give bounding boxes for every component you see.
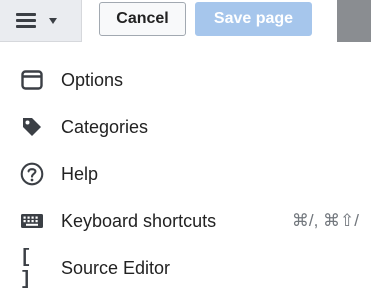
keyboard-shortcut-hint: ⌘/, ⌘⇧/ bbox=[291, 211, 359, 230]
menu-item-label: Source Editor bbox=[61, 258, 171, 278]
save-page-button[interactable]: Save page bbox=[195, 2, 312, 36]
menu-item-help[interactable]: Help bbox=[0, 150, 371, 197]
brackets-icon: [ ] bbox=[20, 246, 34, 290]
hamburger-icon bbox=[16, 13, 36, 28]
menu-item-categories[interactable]: Categories bbox=[0, 103, 371, 150]
menu-item-label: Options bbox=[61, 70, 124, 90]
menu-item-label: Help bbox=[61, 164, 99, 184]
cancel-button[interactable]: Cancel bbox=[99, 2, 186, 36]
caret-down-icon bbox=[49, 17, 57, 24]
keyboard-icon bbox=[20, 209, 44, 233]
help-icon bbox=[20, 162, 44, 186]
menu-item-source-editor[interactable]: [ ] Source Editor bbox=[0, 244, 371, 291]
menu-item-options[interactable]: Options bbox=[0, 56, 371, 103]
menu-item-label: Keyboard shortcuts bbox=[61, 211, 217, 231]
tag-icon bbox=[20, 115, 44, 139]
menu-item-keyboard-shortcuts[interactable]: Keyboard shortcuts ⌘/, ⌘⇧/ bbox=[0, 197, 371, 244]
editor-toolbar: Cancel Save page bbox=[0, 0, 371, 42]
menu-toggle-button[interactable] bbox=[0, 0, 82, 42]
window-icon bbox=[20, 68, 44, 92]
tools-menu: Options Categories Help Keyboard shortcu… bbox=[0, 56, 371, 291]
menu-item-label: Categories bbox=[61, 117, 149, 137]
toolbar-edge bbox=[337, 0, 371, 42]
